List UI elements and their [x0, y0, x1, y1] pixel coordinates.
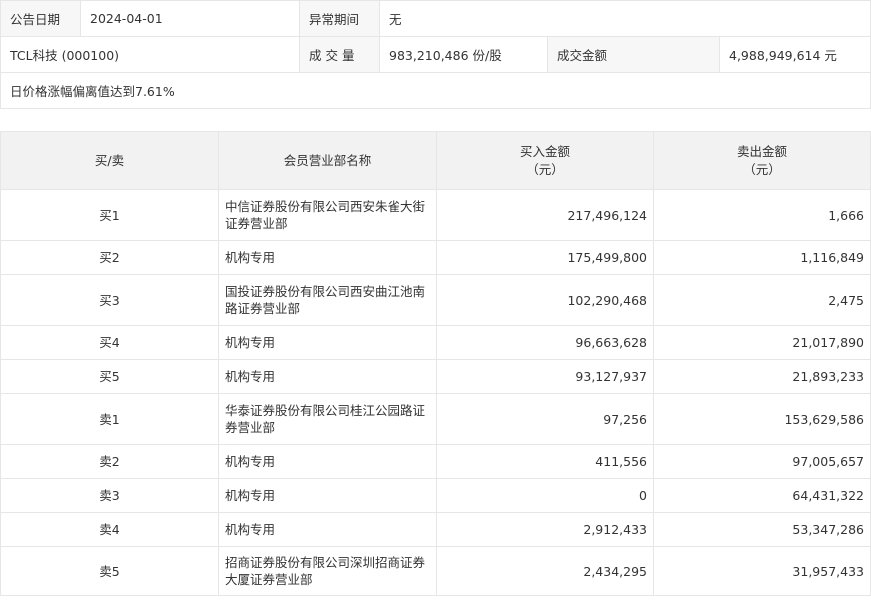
row-buy-amount: 411,556 [436, 444, 654, 479]
row-side: 买4 [0, 325, 219, 360]
table-row: 买4 机构专用 96,663,628 21,017,890 [0, 325, 871, 360]
table-row: 卖1 华泰证券股份有限公司桂江公园路证券营业部 97,256 153,629,5… [0, 393, 871, 445]
row-buy-amount: 217,496,124 [436, 189, 654, 241]
info-row-trade: TCL科技 (000100) 成 交 量 983,210,486 份/股 成交金… [0, 36, 871, 73]
row-branch-name: 国投证券股份有限公司西安曲江池南路证券营业部 [218, 274, 437, 326]
header-sell-amount-unit: （元） [743, 161, 781, 177]
row-branch-name: 机构专用 [218, 512, 437, 547]
header-buy-amount: 买入金额 （元） [436, 131, 654, 190]
row-branch-name: 机构专用 [218, 325, 437, 360]
row-buy-amount: 175,499,800 [436, 240, 654, 275]
trading-seats-table: 买/卖 会员营业部名称 买入金额 （元） 卖出金额 （元） 买1 中信证券股份有… [0, 131, 871, 596]
table-row: 买3 国投证券股份有限公司西安曲江池南路证券营业部 102,290,468 2,… [0, 274, 871, 326]
row-branch-name: 机构专用 [218, 444, 437, 479]
row-side: 卖3 [0, 478, 219, 513]
volume-value: 983,210,486 份/股 [379, 36, 548, 73]
row-sell-amount: 1,666 [653, 189, 871, 241]
row-branch-name: 机构专用 [218, 359, 437, 394]
header-side: 买/卖 [0, 131, 219, 190]
row-buy-amount: 102,290,468 [436, 274, 654, 326]
row-side: 买3 [0, 274, 219, 326]
row-sell-amount: 153,629,586 [653, 393, 871, 445]
row-side: 卖2 [0, 444, 219, 479]
row-sell-amount: 31,957,433 [653, 546, 871, 596]
row-side: 买5 [0, 359, 219, 394]
header-buy-amount-label: 买入金额 [519, 143, 570, 159]
row-side: 卖1 [0, 393, 219, 445]
stock-name: TCL科技 (000100) [0, 36, 300, 73]
amount-value: 4,988,949,614 元 [718, 36, 871, 73]
table-row: 买2 机构专用 175,499,800 1,116,849 [0, 240, 871, 275]
row-sell-amount: 53,347,286 [653, 512, 871, 547]
header-sell-amount-label: 卖出金额 [736, 143, 787, 159]
row-buy-amount: 96,663,628 [436, 325, 654, 360]
header-side-label: 买/卖 [94, 152, 125, 168]
row-buy-amount: 93,127,937 [436, 359, 654, 394]
header-sell-amount: 卖出金额 （元） [653, 131, 871, 190]
row-side: 买1 [0, 189, 219, 241]
row-side: 卖5 [0, 546, 219, 596]
table-row: 卖5 招商证券股份有限公司深圳招商证券大厦证券营业部 2,434,295 31,… [0, 546, 871, 596]
announcement-info-table: 公告日期 2024-04-01 异常期间 无 TCL科技 (000100) 成 … [0, 0, 871, 109]
row-buy-amount: 97,256 [436, 393, 654, 445]
row-branch-name: 华泰证券股份有限公司桂江公园路证券营业部 [218, 393, 437, 445]
row-side: 卖4 [0, 512, 219, 547]
header-branch-name-label: 会员营业部名称 [283, 152, 372, 168]
row-sell-amount: 1,116,849 [653, 240, 871, 275]
row-sell-amount: 64,431,322 [653, 478, 871, 513]
info-row-date: 公告日期 2024-04-01 异常期间 无 [0, 0, 871, 37]
abnormal-period-value: 无 [378, 0, 871, 37]
amount-label: 成交金额 [547, 36, 720, 73]
row-side: 买2 [0, 240, 219, 275]
row-branch-name: 招商证券股份有限公司深圳招商证券大厦证券营业部 [218, 546, 437, 596]
announcement-date-value: 2024-04-01 [80, 0, 300, 37]
info-row-reason: 日价格涨幅偏离值达到7.61% [0, 72, 871, 109]
table-row: 卖3 机构专用 0 64,431,322 [0, 478, 871, 513]
row-branch-name: 机构专用 [218, 478, 437, 513]
table-row: 买5 机构专用 93,127,937 21,893,233 [0, 359, 871, 394]
header-buy-amount-unit: （元） [526, 161, 564, 177]
row-sell-amount: 21,017,890 [653, 325, 871, 360]
row-branch-name: 中信证券股份有限公司西安朱雀大街证券营业部 [218, 189, 437, 241]
volume-label: 成 交 量 [299, 36, 380, 73]
abnormal-period-label: 异常期间 [299, 0, 380, 37]
row-sell-amount: 97,005,657 [653, 444, 871, 479]
page: 公告日期 2024-04-01 异常期间 无 TCL科技 (000100) 成 … [0, 0, 871, 600]
header-branch-name: 会员营业部名称 [218, 131, 437, 190]
row-buy-amount: 2,434,295 [436, 546, 654, 596]
row-sell-amount: 2,475 [653, 274, 871, 326]
seats-header-row: 买/卖 会员营业部名称 买入金额 （元） 卖出金额 （元） [0, 131, 871, 190]
row-buy-amount: 0 [436, 478, 654, 513]
row-branch-name: 机构专用 [218, 240, 437, 275]
table-row: 买1 中信证券股份有限公司西安朱雀大街证券营业部 217,496,124 1,6… [0, 189, 871, 241]
table-row: 卖4 机构专用 2,912,433 53,347,286 [0, 512, 871, 547]
table-row: 卖2 机构专用 411,556 97,005,657 [0, 444, 871, 479]
row-buy-amount: 2,912,433 [436, 512, 654, 547]
announcement-date-label: 公告日期 [0, 0, 81, 37]
row-sell-amount: 21,893,233 [653, 359, 871, 394]
listing-reason: 日价格涨幅偏离值达到7.61% [0, 72, 871, 109]
